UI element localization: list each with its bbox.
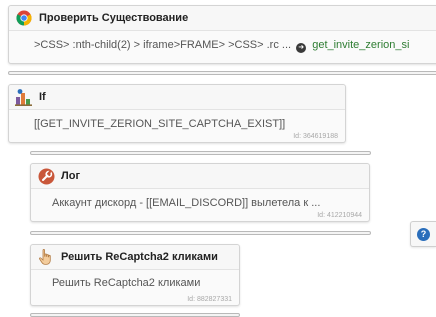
if-condition: [[GET_INVITE_ZERION_SITE_CAPTCHA_EXIST]] — [34, 118, 286, 130]
branch-icon — [15, 88, 33, 106]
block-id-label: Id: 364619188 — [293, 133, 338, 140]
check-exists-block[interactable]: Проверить Существование >CSS> :nth-child… — [8, 5, 436, 64]
help-icon: ? — [417, 227, 430, 241]
check-exists-body: >CSS> :nth-child(2) > iframe>FRAME> >CSS… — [9, 31, 436, 65]
log-title: Лог — [61, 170, 81, 182]
connector-bar — [8, 71, 436, 75]
check-exists-title: Проверить Существование — [39, 12, 189, 24]
recaptcha-block-header: Решить ReCaptcha2 кликами — [31, 245, 239, 270]
if-block[interactable]: If [[GET_INVITE_ZERION_SITE_CAPTCHA_EXIS… — [8, 84, 346, 143]
check-exists-block-header: Проверить Существование — [9, 6, 436, 31]
connector-bar — [30, 231, 371, 235]
hand-pointer-icon — [37, 248, 55, 266]
log-block-header: Лог — [31, 164, 369, 189]
selector-text: >CSS> :nth-child(2) > iframe>FRAME> >CSS… — [34, 39, 292, 51]
log-block[interactable]: Лог Аккаунт дискорд - [[EMAIL_DISCORD]] … — [30, 163, 370, 222]
if-title: If — [39, 91, 46, 103]
chrome-icon — [15, 9, 33, 27]
connector-bar — [30, 151, 371, 155]
wrench-icon — [37, 167, 55, 185]
variable-link[interactable]: get_invite_zerion_si — [312, 39, 409, 51]
recaptcha-block[interactable]: Решить ReCaptcha2 кликами Решить ReCaptc… — [30, 244, 240, 306]
block-id-label: Id: 412210944 — [317, 212, 362, 219]
if-block-header: If — [9, 85, 345, 110]
arrow-right-circle-icon: ➜ — [296, 43, 307, 53]
block-id-label: Id: 882827331 — [187, 296, 232, 303]
connector-bar — [30, 313, 240, 317]
recaptcha-title: Решить ReCaptcha2 кликами — [61, 251, 218, 263]
recaptcha-description: Решить ReCaptcha2 кликами — [52, 277, 201, 289]
help-button[interactable]: ? — [410, 221, 436, 247]
log-message: Аккаунт дискорд - [[EMAIL_DISCORD]] выле… — [52, 197, 321, 209]
